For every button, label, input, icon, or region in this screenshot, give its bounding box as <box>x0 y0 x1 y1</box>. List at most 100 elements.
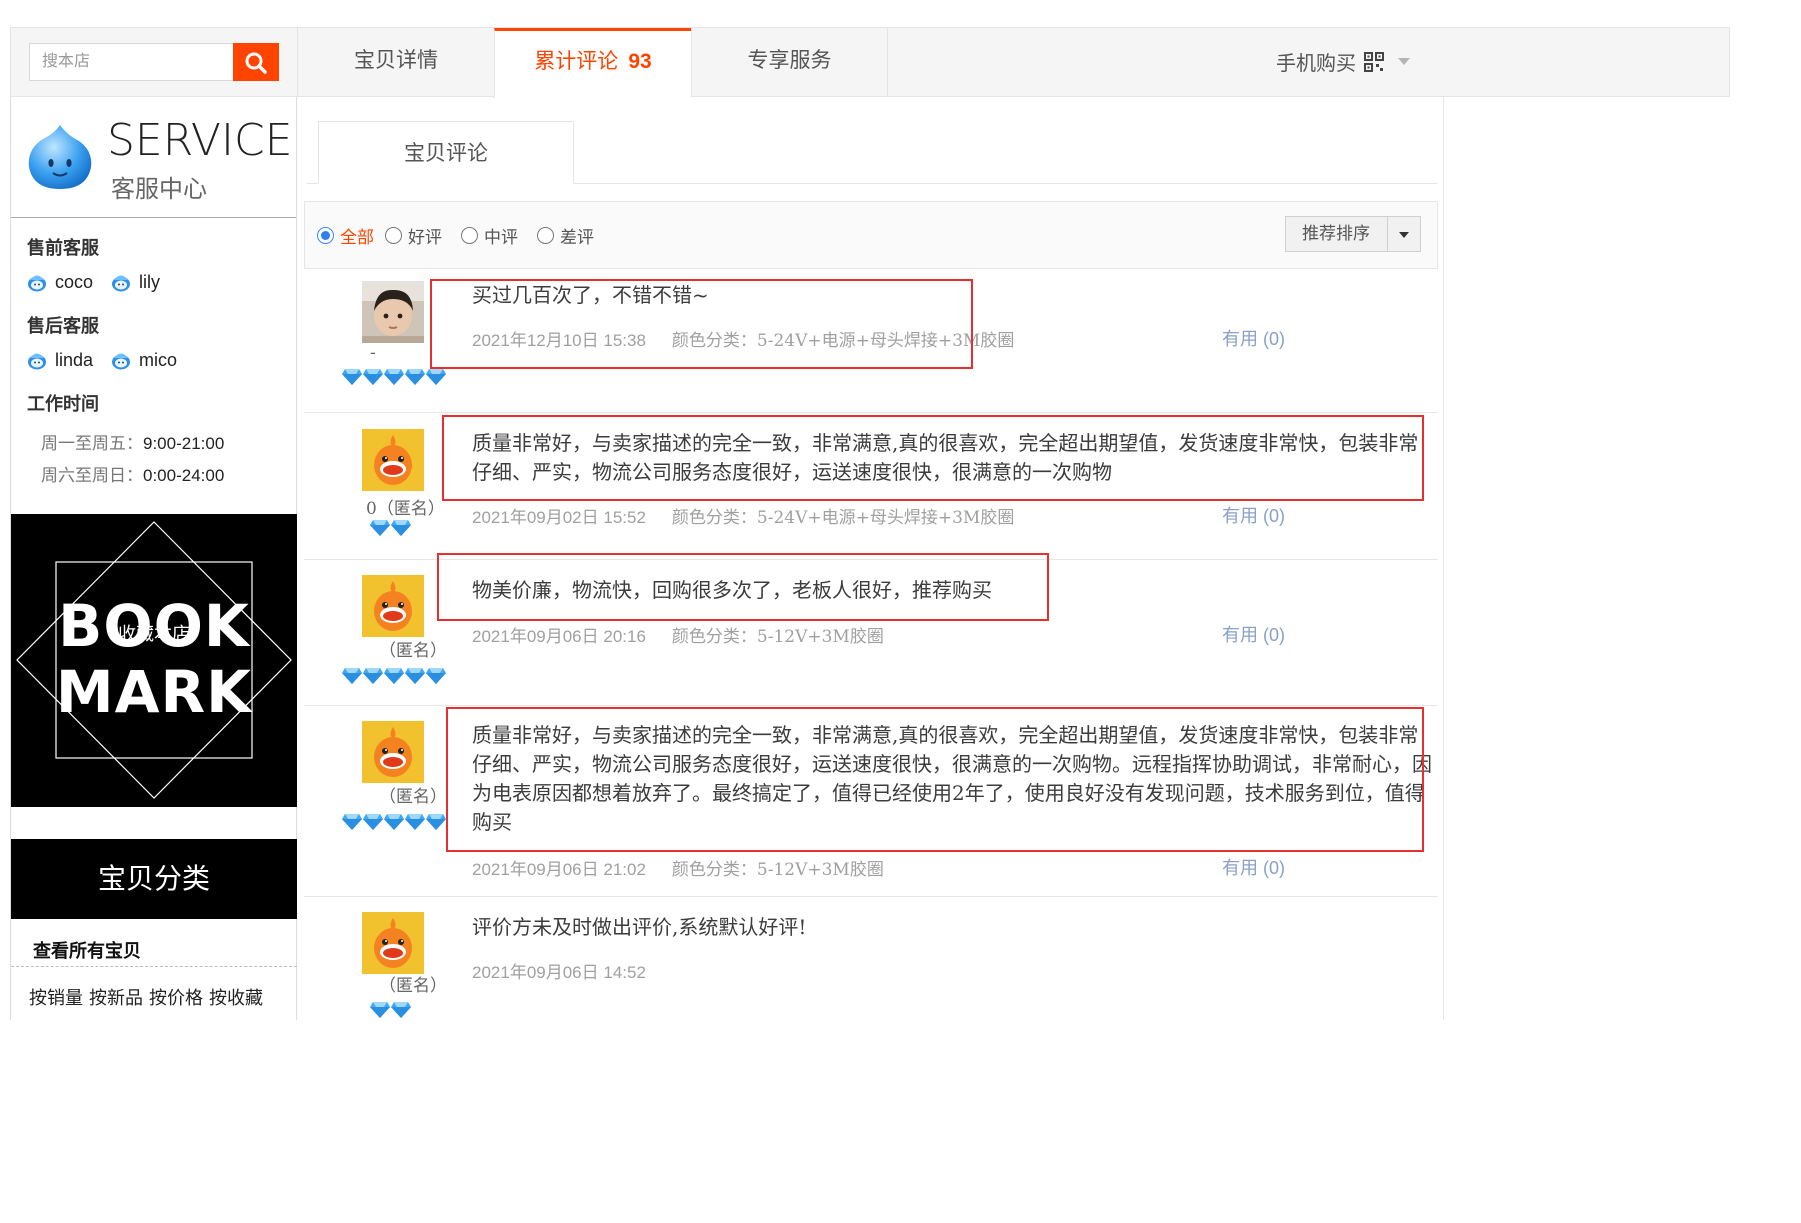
sort-label: 推荐排序 <box>1302 224 1370 244</box>
review-sku: 颜色分类：5-24V+电源+母头焊接+3M胶圈 <box>671 508 1015 528</box>
user-avatar <box>362 721 424 783</box>
diamond-icon <box>363 668 383 684</box>
review-count: 93 <box>628 50 652 73</box>
bookmark-banner[interactable]: BOOK MARK 收藏本店 <box>11 514 297 807</box>
sort-by-price-link[interactable]: 按价格 <box>149 988 203 1008</box>
highlight-box <box>446 707 1424 852</box>
bookmark-store-link[interactable]: 收藏本店 <box>11 620 297 646</box>
user-avatar <box>362 429 424 491</box>
diamond-icon <box>426 814 446 830</box>
diamond-icon <box>342 369 362 385</box>
hours-time: 9:00-21:00 <box>143 434 225 453</box>
tab-exclusive-service[interactable]: 专享服务 <box>691 28 888 97</box>
reviewer-name: （匿名） <box>379 976 447 996</box>
filter-negative-radio[interactable]: 差评 <box>537 223 594 248</box>
qr-code-icon <box>1364 51 1384 72</box>
tab-item-reviews[interactable]: 宝贝评论 <box>318 121 574 184</box>
rating-gems <box>342 668 447 684</box>
cs-contact-mico[interactable]: mico <box>111 350 177 371</box>
rating-gems <box>342 814 447 830</box>
rating-gems <box>342 369 447 385</box>
search-input[interactable]: 搜本店 <box>29 43 234 81</box>
review-item: （匿名） 质量非常好，与卖家描述的完全一致，非常满意,真的很喜欢，完全超出期望值… <box>304 706 1438 897</box>
review-sku: 颜色分类：5-12V+3M胶圈 <box>671 860 884 880</box>
filter-label: 中评 <box>484 228 518 248</box>
review-date: 2021年09月06日 21:02 <box>472 860 646 879</box>
presale-title: 售前客服 <box>27 238 99 259</box>
tab-item-details[interactable]: 宝贝详情 <box>297 28 494 97</box>
review-item: （匿名） 物美价廉，物流快，回购很多次了，老板人很好，推荐购买 2021年09月… <box>304 553 1438 706</box>
chevron-down-icon <box>1398 58 1410 65</box>
aftersale-title: 售后客服 <box>27 316 99 337</box>
review-text: 评价方未及时做出评价,系统默认好评! <box>472 915 807 939</box>
diamond-icon <box>342 814 362 830</box>
tab-label: 累计评论 <box>534 50 619 73</box>
sort-by-new-link[interactable]: 按新品 <box>89 988 143 1008</box>
filter-label: 好评 <box>408 228 442 248</box>
diamond-icon <box>384 369 404 385</box>
diamond-icon <box>405 369 425 385</box>
useful-button[interactable]: 有用 (0) <box>1222 502 1285 528</box>
left-sidebar: SERVICE 客服中心 售前客服 coco lily 售后客服 linda m… <box>10 97 297 1020</box>
mobile-buy-label: 手机购买 <box>1276 53 1356 75</box>
diamond-icon <box>363 814 383 830</box>
sort-by-sales-link[interactable]: 按销量 <box>29 988 83 1008</box>
hours-days: 周六至周日： <box>41 466 143 486</box>
diamond-icon <box>405 814 425 830</box>
review-date: 2021年09月02日 15:52 <box>472 508 646 527</box>
cs-contact-lily[interactable]: lily <box>111 272 160 293</box>
user-avatar <box>362 281 424 343</box>
sort-dropdown[interactable]: 推荐排序 <box>1285 216 1421 252</box>
useful-button[interactable]: 有用 (0) <box>1222 621 1285 647</box>
cs-contact-linda[interactable]: linda <box>27 350 93 371</box>
tab-label: 宝贝详情 <box>354 49 438 72</box>
diamond-icon <box>426 369 446 385</box>
diamond-icon <box>391 520 411 536</box>
mobile-buy[interactable]: 手机购买 <box>1276 47 1410 76</box>
diamond-icon <box>391 1002 411 1018</box>
search-icon <box>245 52 267 74</box>
diamond-icon <box>370 520 390 536</box>
sort-by-favorites-link[interactable]: 按收藏 <box>209 988 263 1008</box>
review-meta: 2021年09月06日 14:52 <box>472 958 646 983</box>
hours-days: 周一至周五： <box>41 434 143 454</box>
wangwang-icon <box>27 272 47 292</box>
service-brand: SERVICE <box>107 115 293 166</box>
radio-dot <box>385 227 402 244</box>
service-center: SERVICE 客服中心 <box>11 97 296 218</box>
wangwang-icon <box>111 350 131 370</box>
useful-button[interactable]: 有用 (0) <box>1222 854 1285 880</box>
radio-dot <box>461 227 478 244</box>
filter-neutral-radio[interactable]: 中评 <box>461 223 518 248</box>
category-sort-links: 按销量 按新品 按价格 按收藏 <box>29 984 269 1010</box>
tab-reviews[interactable]: 累计评论 93 <box>494 28 691 98</box>
cs-name: linda <box>55 349 94 370</box>
blank-area <box>0 1020 1801 1223</box>
bookmark-text-2: MARK <box>55 658 253 726</box>
reviewer-name: （匿名） <box>379 787 447 807</box>
customer-service-list: 售前客服 coco lily 售后客服 linda mico 工作时间 周一至周… <box>11 218 296 511</box>
diamond-icon <box>342 668 362 684</box>
filter-all-radio[interactable]: 全部 <box>317 223 374 248</box>
useful-button[interactable]: 有用 (0) <box>1222 325 1285 351</box>
highlight-box <box>437 553 1049 621</box>
filter-positive-radio[interactable]: 好评 <box>385 223 442 248</box>
cs-contact-coco[interactable]: coco <box>27 272 93 293</box>
review-sku: 颜色分类：5-12V+3M胶圈 <box>671 627 884 647</box>
review-meta: 2021年09月02日 15:52 颜色分类：5-24V+电源+母头焊接+3M胶圈 <box>472 503 1014 528</box>
rating-gems <box>370 1002 412 1018</box>
service-subtitle: 客服中心 <box>111 176 207 203</box>
filter-label: 全部 <box>340 228 374 248</box>
chevron-down-icon[interactable] <box>1387 217 1420 251</box>
cs-name: mico <box>139 349 178 370</box>
category-title: 宝贝分类 <box>11 839 297 919</box>
review-meta: 2021年09月06日 21:02 颜色分类：5-12V+3M胶圈 <box>472 855 884 880</box>
radio-dot <box>537 227 554 244</box>
diamond-icon <box>426 668 446 684</box>
reviews-panel: 宝贝评论 全部 好评 中评 差评 推荐排序 - 买过几百次了，不错不错~ 202… <box>297 97 1444 1020</box>
user-avatar <box>362 912 424 974</box>
review-date: 2021年09月06日 20:16 <box>472 627 646 646</box>
view-all-items-link[interactable]: 查看所有宝贝 <box>33 937 141 963</box>
working-hours: 周一至周五：9:00-21:00 周六至周日：0:00-24:00 <box>41 428 296 492</box>
search-button[interactable] <box>233 43 279 81</box>
